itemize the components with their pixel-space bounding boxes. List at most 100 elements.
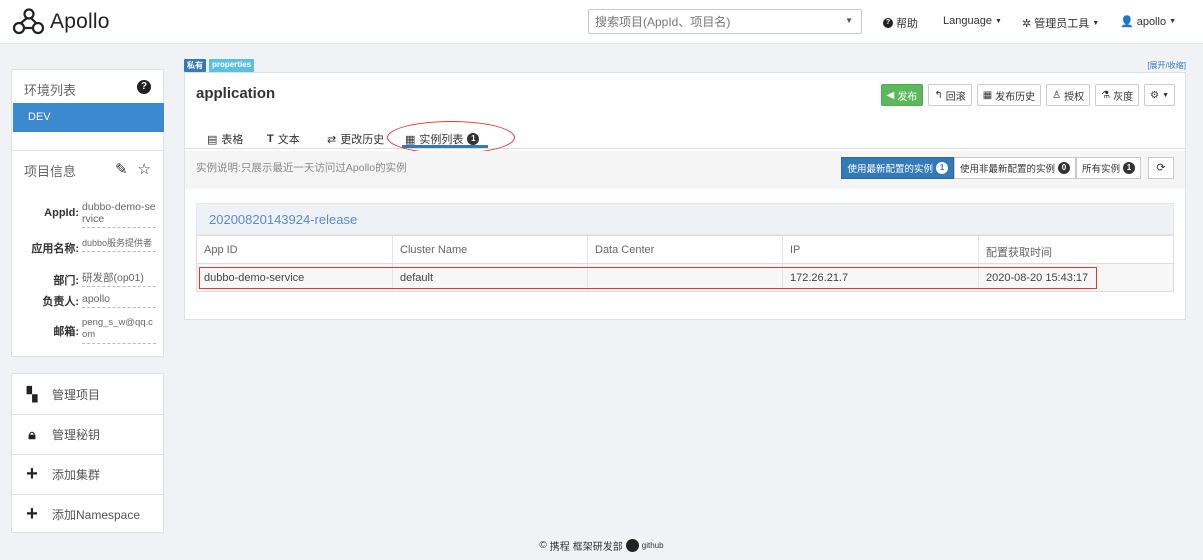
language-dropdown[interactable]: Language ▼ bbox=[943, 15, 1002, 27]
authorize-label: 授权 bbox=[1064, 91, 1085, 103]
tab-label: 文本 bbox=[277, 134, 300, 146]
menu-item-add-cluster[interactable]: + 添加集群 bbox=[12, 454, 163, 494]
caret-down-icon: ▼ bbox=[1162, 91, 1169, 99]
footer-github[interactable]: github bbox=[642, 541, 664, 550]
tab-label: 更改历史 bbox=[340, 134, 385, 146]
info-value: dubbo-demo-service bbox=[82, 201, 156, 228]
calendar-icon: ▦ bbox=[982, 89, 993, 101]
info-value: 研发部(op01) bbox=[82, 272, 156, 287]
count-badge: 1 bbox=[935, 162, 948, 174]
caret-down-icon: ▼ bbox=[1092, 19, 1100, 27]
menu-item-manage-keys[interactable]: 🔒︎ 管理秘钥 bbox=[12, 414, 163, 454]
logo-text: Apollo bbox=[50, 10, 110, 33]
gray-release-button[interactable]: ⚗ 灰度 bbox=[1095, 84, 1140, 106]
release-name[interactable]: 20200820143924-release bbox=[209, 212, 357, 227]
instances-description: 实例说明:只展示最近一天访问过Apollo的实例 bbox=[196, 162, 407, 174]
menu-label: 管理秘钥 bbox=[52, 428, 101, 442]
release-history-button[interactable]: ▦ 发布历史 bbox=[976, 84, 1042, 106]
annotation-ellipse bbox=[387, 121, 515, 154]
tab-label: 表格 bbox=[221, 134, 244, 146]
user-dropdown[interactable]: 👤 apollo ▼ bbox=[1120, 15, 1176, 29]
count-badge: 1 bbox=[1123, 162, 1135, 174]
gear-icon: ⚙ bbox=[1150, 89, 1160, 101]
plus-icon: + bbox=[26, 463, 38, 485]
env-item-dev[interactable]: DEV bbox=[13, 103, 164, 132]
table-icon: ▤ bbox=[207, 133, 218, 146]
publish-button[interactable]: ◀ 发布 bbox=[880, 84, 924, 106]
plus-icon: + bbox=[26, 503, 38, 525]
chevron-down-icon[interactable]: ▼ bbox=[845, 16, 853, 25]
undo-icon: ↰ bbox=[934, 89, 943, 101]
language-label: Language bbox=[943, 15, 992, 27]
namespace-title: application bbox=[196, 85, 276, 102]
info-key: AppId: bbox=[44, 207, 79, 219]
admin-tools-dropdown[interactable]: ✲ 管理员工具 ▼ bbox=[1022, 15, 1099, 31]
logo[interactable]: Apollo bbox=[12, 8, 110, 36]
exchange-icon: ⇄ bbox=[327, 133, 337, 146]
column-header: Cluster Name bbox=[392, 236, 587, 263]
github-icon[interactable] bbox=[625, 539, 639, 552]
info-key: 负责人: bbox=[42, 296, 79, 308]
gear-icon: ✲ bbox=[1022, 17, 1032, 30]
info-value: dubbo服务提供者 bbox=[82, 237, 156, 252]
user-icon: 👤 bbox=[1120, 16, 1134, 28]
apollo-logo-icon bbox=[12, 8, 45, 35]
footer-dept: 框架研发部 bbox=[572, 542, 623, 553]
menu-item-manage-project[interactable]: ▚ 管理项目 bbox=[12, 374, 163, 414]
column-header: 配置获取时间 bbox=[978, 236, 1173, 263]
refresh-icon: ⟳ bbox=[1156, 162, 1166, 174]
namespace-tabs: ▤ 表格 T 文本 ⇄ 更改历史 ▦ 实例列表 1 bbox=[185, 125, 1185, 149]
send-icon: ◀ bbox=[886, 89, 895, 101]
info-key: 应用名称: bbox=[31, 243, 79, 255]
filter-non-latest-button[interactable]: 使用非最新配置的实例 0 bbox=[953, 157, 1076, 179]
edit-icon[interactable]: ✎ bbox=[115, 160, 128, 178]
filter-label: 使用最新配置的实例 bbox=[847, 164, 933, 175]
namespace-badges: 私有 properties bbox=[184, 59, 255, 72]
copyright-icon: © bbox=[539, 540, 547, 551]
star-icon[interactable]: ☆ bbox=[138, 160, 151, 178]
filter-latest-button[interactable]: 使用最新配置的实例 1 bbox=[841, 157, 954, 179]
count-badge: 0 bbox=[1057, 162, 1070, 174]
question-circle-icon[interactable]: ? bbox=[137, 80, 151, 94]
rollback-button[interactable]: ↰ 回滚 bbox=[928, 84, 972, 106]
user-name: apollo bbox=[1136, 15, 1167, 28]
help-link[interactable]: ? 帮助 bbox=[883, 15, 918, 31]
filter-all-button[interactable]: 所有实例 1 bbox=[1075, 157, 1141, 179]
release-history-label: 发布历史 bbox=[995, 91, 1036, 103]
refresh-button[interactable]: ⟳ bbox=[1148, 157, 1174, 179]
menu-label: 管理项目 bbox=[52, 387, 101, 402]
filter-label: 所有实例 bbox=[1081, 164, 1120, 175]
tab-change-history[interactable]: ⇄ 更改历史 bbox=[327, 131, 384, 147]
search-input[interactable] bbox=[589, 10, 839, 33]
menu-item-add-namespace[interactable]: + 添加Namespace bbox=[12, 494, 163, 534]
user-icon: ♙ bbox=[1052, 89, 1062, 101]
column-header: Data Center bbox=[587, 236, 782, 263]
expand-collapse-link[interactable]: [展开/收缩] bbox=[1147, 60, 1186, 71]
gray-release-label: 灰度 bbox=[1113, 91, 1134, 103]
help-label: 帮助 bbox=[896, 18, 918, 30]
settings-dropdown-button[interactable]: ⚙ ▼ bbox=[1144, 84, 1175, 106]
lock-icon: 🔒︎ bbox=[28, 426, 36, 442]
caret-down-icon: ▼ bbox=[1169, 18, 1176, 25]
instance-filter-group: 使用最新配置的实例 1 使用非最新配置的实例 0 所有实例 1 bbox=[841, 157, 1141, 179]
authorize-button[interactable]: ♙ 授权 bbox=[1046, 84, 1091, 106]
grid-star-icon: ▚ bbox=[26, 385, 38, 402]
info-value: peng_s_w@qq.com bbox=[82, 317, 156, 344]
footer: © 携程 框架研发部 github bbox=[0, 538, 1203, 553]
top-navbar: Apollo ▼ ? 帮助 Language ▼ ✲ 管理员工具 ▼ 👤 apo… bbox=[0, 0, 1203, 44]
namespace-panel: application ◀ 发布 ↰ 回滚 ▦ 发布历史 ♙ 授权 ⚗ 灰度 ⚙… bbox=[184, 72, 1186, 320]
info-key: 部门: bbox=[53, 275, 79, 287]
column-header: App ID bbox=[204, 244, 238, 256]
tab-text[interactable]: T 文本 bbox=[267, 131, 300, 147]
caret-down-icon: ▼ bbox=[994, 17, 1002, 25]
menu-label: 添加集群 bbox=[52, 468, 101, 482]
footer-company: 携程 bbox=[549, 542, 570, 553]
annotation-highlight-box bbox=[199, 267, 1097, 289]
search-box[interactable]: ▼ bbox=[588, 9, 862, 34]
question-circle-icon: ? bbox=[883, 18, 893, 28]
info-value: apollo bbox=[82, 293, 156, 308]
release-header: 20200820143924-release bbox=[196, 203, 1174, 235]
table-header-row: App ID Cluster Name Data Center IP 配置获取时… bbox=[197, 235, 1173, 263]
tab-table[interactable]: ▤ 表格 bbox=[207, 131, 243, 147]
project-info-title: 项目信息 bbox=[24, 164, 77, 179]
